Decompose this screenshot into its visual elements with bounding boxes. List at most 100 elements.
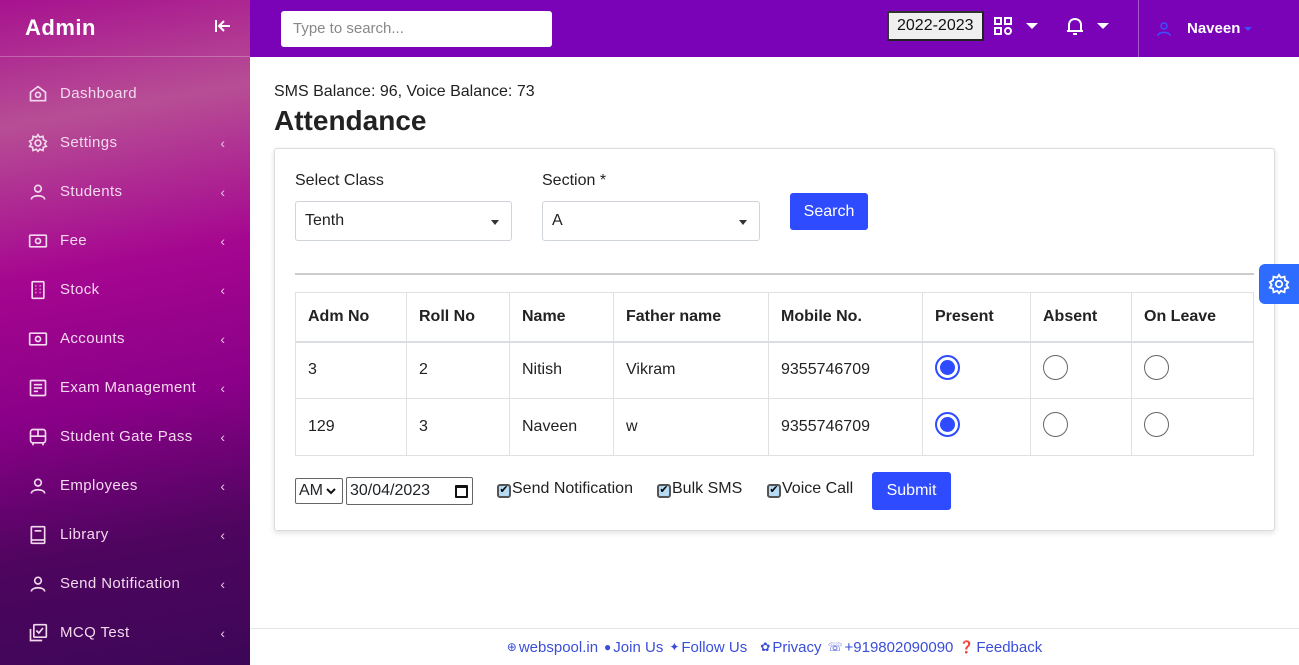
notifications-dropdown-caret-icon[interactable] [1097, 23, 1109, 29]
document-icon [27, 377, 49, 399]
sidebar-item-settings[interactable]: Settings ‹ [0, 118, 250, 167]
user-menu[interactable]: Naveen [1155, 0, 1253, 57]
on-leave-cell [1131, 341, 1254, 399]
sidebar-item-mcq-test[interactable]: MCQ Test ‹ [0, 608, 250, 657]
search-input[interactable] [281, 10, 552, 47]
date-value: 30/04/2023 [350, 482, 431, 499]
sidebar-header: Admin [0, 0, 250, 57]
roll-no-cell: 3 [406, 398, 510, 456]
apps-grid-icon[interactable] [994, 17, 1012, 40]
caret-down-icon [491, 220, 499, 225]
sidebar-item-send-notification[interactable]: Send Notification ‹ [0, 559, 250, 608]
checkbox-checked-icon: ✔ [767, 483, 781, 498]
father-name-cell: Vikram [613, 341, 769, 399]
footer-link-follow-us[interactable]: ✦ Follow Us [669, 639, 747, 656]
topbar-divider [1138, 0, 1139, 57]
bell-icon[interactable] [1065, 16, 1085, 41]
column-header: Absent [1030, 292, 1132, 343]
gear-icon [27, 132, 49, 154]
theme-settings-button[interactable] [1259, 264, 1299, 304]
sidebar-item-fee[interactable]: Fee ‹ [0, 216, 250, 265]
collapse-left-icon[interactable] [214, 18, 232, 39]
sidebar-item-label: Student Gate Pass [60, 428, 193, 445]
sidebar-item-library[interactable]: Library ‹ [0, 510, 250, 559]
column-header: Adm No [295, 292, 407, 343]
sidebar-item-stock[interactable]: Stock ‹ [0, 265, 250, 314]
book-icon [27, 524, 49, 546]
section-select[interactable]: A [542, 201, 760, 241]
on-leave-radio[interactable] [1144, 355, 1169, 381]
date-input[interactable]: 30/04/2023 [346, 477, 473, 505]
footer-link-join-us[interactable]: ● Join Us [604, 639, 663, 656]
chevron-left-icon: ‹ [220, 428, 225, 445]
send-notification-label: Send Notification [512, 480, 633, 497]
chevron-left-icon: ‹ [220, 624, 225, 641]
footer-link-feedback[interactable]: ❓ Feedback [959, 639, 1042, 656]
sms-voice-balance: SMS Balance: 96, Voice Balance: 73 [274, 83, 535, 100]
chevron-left-icon: ‹ [220, 575, 225, 592]
sidebar-item-label: Exam Management [60, 379, 197, 396]
search-button[interactable]: Search [790, 193, 868, 230]
mobile-cell: 9355746709 [768, 341, 923, 399]
am-pm-select[interactable]: AM [295, 478, 343, 504]
present-radio[interactable] [935, 412, 960, 437]
column-header: Present [922, 292, 1031, 343]
voice-call-checkbox[interactable]: ✔ Voice Call [767, 480, 853, 498]
section-label: Section * [542, 172, 607, 189]
sidebar-item-exam-management[interactable]: Exam Management ‹ [0, 363, 250, 412]
money-icon [27, 328, 49, 350]
column-header: Name [509, 292, 614, 343]
am-pm-value: AM [299, 482, 323, 499]
chevron-left-icon: ‹ [220, 134, 225, 151]
user-icon [1157, 21, 1171, 36]
sidebar-item-student-gate-pass[interactable]: Student Gate Pass ‹ [0, 412, 250, 461]
footer-link-phone[interactable]: ☏ +919802090090 [828, 639, 954, 656]
user-icon [27, 475, 49, 497]
class-select-value: Tenth [305, 212, 345, 229]
calendar-icon[interactable] [455, 485, 468, 498]
sidebar-item-label: MCQ Test [60, 624, 130, 641]
on-leave-cell [1131, 398, 1254, 456]
session-year-button[interactable]: 2022-2023 [887, 11, 984, 41]
facebook-icon: ● [604, 640, 612, 654]
name-cell: Naveen [509, 398, 614, 456]
submit-button[interactable]: Submit [872, 472, 951, 510]
footer-link-website[interactable]: ⊕ webspool.in [507, 639, 598, 656]
chevron-left-icon: ‹ [220, 379, 225, 396]
footer-link-privacy[interactable]: ✿ Privacy [760, 639, 821, 656]
user-name: Naveen [1187, 20, 1241, 37]
send-notification-checkbox[interactable]: ✔ Send Notification [497, 480, 633, 498]
class-select[interactable]: Tenth [295, 201, 512, 241]
table-row: 3 2 Nitish Vikram 9355746709 [295, 341, 1254, 399]
adm-no-cell: 3 [295, 341, 407, 399]
sidebar: Admin Dashboard Settings ‹ Students ‹ Fe… [0, 0, 250, 665]
sidebar-item-label: Dashboard [60, 85, 137, 102]
sidebar-item-label: Settings [60, 134, 118, 151]
sidebar-item-dashboard[interactable]: Dashboard [0, 69, 250, 118]
bulk-sms-checkbox[interactable]: ✔ Bulk SMS [657, 480, 742, 498]
absent-radio[interactable] [1043, 355, 1068, 381]
checkbox-checked-icon: ✔ [657, 483, 671, 498]
absent-cell [1030, 398, 1132, 456]
footer-link-label: +919802090090 [844, 638, 954, 656]
sidebar-item-employees[interactable]: Employees ‹ [0, 461, 250, 510]
present-radio[interactable] [935, 355, 960, 381]
section-select-value: A [552, 212, 563, 229]
sidebar-item-students[interactable]: Students ‹ [0, 167, 250, 216]
column-header: Mobile No. [768, 292, 923, 343]
column-header: Roll No [406, 292, 510, 343]
absent-radio[interactable] [1043, 412, 1068, 437]
sidebar-item-accounts[interactable]: Accounts ‹ [0, 314, 250, 363]
apps-dropdown-caret-icon[interactable] [1026, 23, 1038, 29]
sidebar-item-label: Stock [60, 281, 100, 298]
chevron-left-icon: ‹ [220, 183, 225, 200]
present-cell [922, 398, 1031, 456]
on-leave-radio[interactable] [1144, 412, 1169, 437]
user-icon [27, 573, 49, 595]
chevron-left-icon: ‹ [220, 232, 225, 249]
sidebar-item-label: Students [60, 183, 123, 200]
sidebar-item-label: Send Notification [60, 575, 181, 592]
sidebar-item-label: Employees [60, 477, 138, 494]
sidebar-item-label: Accounts [60, 330, 125, 347]
checklist-icon [27, 622, 49, 644]
